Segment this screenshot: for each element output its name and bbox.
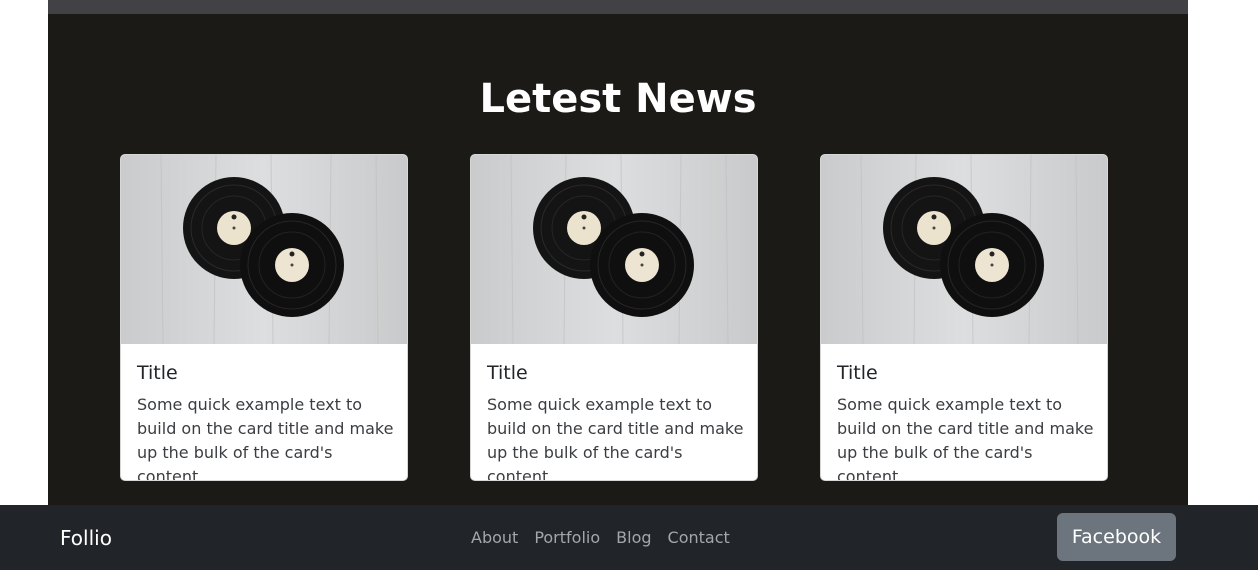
card-text: Some quick example text to build on the …: [137, 395, 394, 481]
section-title: Letest News: [479, 76, 757, 122]
vinyl-records-image: [121, 155, 407, 344]
vinyl-records-image: [821, 155, 1107, 344]
vinyl-records-image: [471, 155, 757, 344]
facebook-button[interactable]: Facebook: [1057, 513, 1176, 561]
top-divider-strip: [48, 0, 1188, 14]
card-title: Title: [487, 362, 528, 384]
nav-link-portfolio[interactable]: Portfolio: [534, 527, 600, 549]
news-card[interactable]: Title Some quick example text to build o…: [470, 154, 758, 481]
brand-link[interactable]: Follio: [60, 525, 112, 551]
nav-link-about[interactable]: About: [471, 527, 518, 549]
latest-news-section: Letest News Title Some quick example tex…: [48, 0, 1188, 505]
footer-nav: About Portfolio Blog Contact: [471, 527, 730, 549]
card-text: Some quick example text to build on the …: [487, 395, 744, 481]
nav-link-contact[interactable]: Contact: [668, 527, 730, 549]
card-text: Some quick example text to build on the …: [837, 395, 1094, 481]
footer-navbar: Follio About Portfolio Blog Contact Face…: [0, 505, 1258, 570]
news-card[interactable]: Title Some quick example text to build o…: [820, 154, 1108, 481]
nav-link-blog[interactable]: Blog: [616, 527, 651, 549]
card-title: Title: [137, 362, 178, 384]
card-title: Title: [837, 362, 878, 384]
news-card[interactable]: Title Some quick example text to build o…: [120, 154, 408, 481]
